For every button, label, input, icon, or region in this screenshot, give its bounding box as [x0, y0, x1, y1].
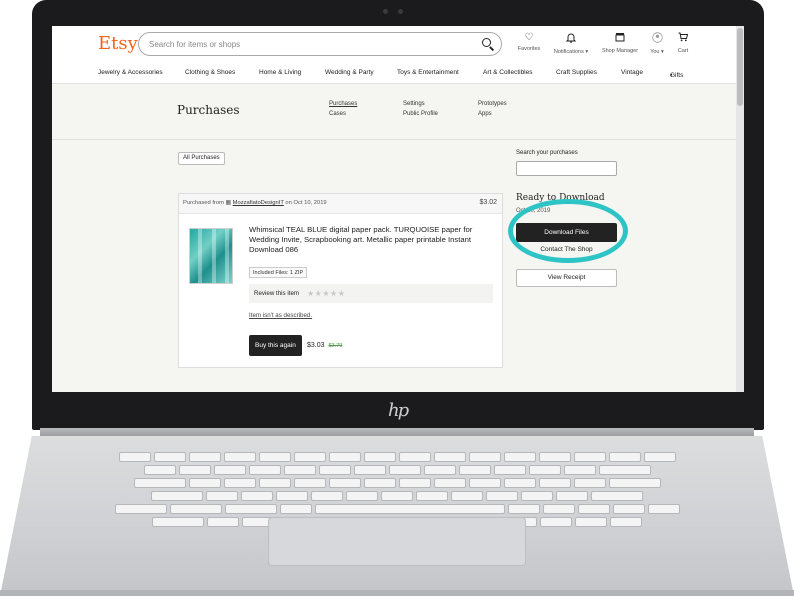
search-purchases-label: Search your purchases — [516, 150, 578, 156]
category-nav: Jewelry & Accessories Clothing & Shoes H… — [52, 66, 736, 82]
purchases-main: All Purchases Purchased from ▦ Mozzafiat… — [52, 140, 736, 392]
nav-wedding[interactable]: Wedding & Party — [325, 69, 374, 76]
webcam-lens — [398, 9, 403, 14]
purchases-subheader: Purchases Purchases Cases Settings Publi… — [52, 84, 736, 140]
keyboard-row — [50, 465, 744, 475]
user-icon — [648, 32, 666, 47]
search-input[interactable] — [149, 37, 469, 52]
page-scrollbar[interactable] — [736, 26, 744, 392]
keyboard-row — [50, 452, 744, 462]
touchpad — [268, 517, 526, 566]
favorites-label: Favorites — [517, 46, 541, 52]
subnav-public-profile[interactable]: Public Profile — [403, 111, 438, 117]
buy-again-button[interactable]: Buy this again — [249, 335, 302, 356]
shop-name-link[interactable]: MozzafiatoDesignIT — [233, 200, 284, 206]
search-purchases-input[interactable] — [521, 164, 611, 174]
shop-manager-button[interactable]: Shop Manager — [600, 32, 640, 54]
included-files-tag: Included Files: 1 ZIP — [249, 267, 308, 278]
purchased-from-label: Purchased from — [183, 200, 224, 206]
notifications-button[interactable]: Notifications ▾ — [550, 32, 592, 55]
account-label: You ▾ — [650, 49, 664, 55]
shop-mini-icon: ▦ — [225, 200, 232, 206]
laptop-hinge — [40, 428, 754, 436]
shop-icon — [600, 32, 640, 46]
nav-vintage[interactable]: Vintage — [621, 69, 643, 76]
subnav-purchases[interactable]: Purchases — [329, 101, 357, 107]
subnav-prototypes[interactable]: Prototypes — [478, 101, 507, 107]
nav-craft[interactable]: Craft Supplies — [556, 69, 597, 76]
laptop-photo: Etsy ♡ Favorites Notifications ▾ Shop Ma… — [0, 0, 794, 614]
keyboard-row — [50, 478, 744, 488]
star-rating-input[interactable]: ★★★★★ — [307, 289, 345, 298]
site-header: Etsy ♡ Favorites Notifications ▾ Shop Ma… — [52, 26, 736, 84]
order-card: Purchased from ▦ MozzafiatoDesignIT on O… — [178, 193, 503, 368]
order-header: Purchased from ▦ MozzafiatoDesignIT on O… — [179, 194, 502, 214]
scrollbar-thumb[interactable] — [737, 28, 743, 106]
nav-clothing[interactable]: Clothing & Shoes — [185, 69, 235, 76]
browser-screen: Etsy ♡ Favorites Notifications ▾ Shop Ma… — [52, 26, 744, 392]
review-box: Review this item ★★★★★ — [249, 284, 493, 303]
shop-manager-label: Shop Manager — [601, 48, 639, 54]
favorites-button[interactable]: ♡ Favorites — [515, 32, 543, 52]
cart-button[interactable]: Cart — [674, 32, 692, 54]
nav-toys[interactable]: Toys & Entertainment — [397, 69, 459, 76]
laptop-deck-edge — [0, 590, 794, 596]
view-receipt-button[interactable]: View Receipt — [516, 269, 617, 287]
item-title-link[interactable]: Whimsical TEAL BLUE digital paper pack. … — [249, 225, 493, 255]
nav-jewelry[interactable]: Jewelry & Accessories — [98, 69, 163, 76]
bell-icon — [550, 32, 592, 47]
search-bar — [138, 32, 502, 56]
subnav-cases[interactable]: Cases — [329, 111, 346, 117]
order-date: on Oct 10, 2019 — [285, 200, 327, 206]
keyboard-row — [50, 491, 744, 501]
subnav-apps[interactable]: Apps — [478, 111, 492, 117]
etsy-logo[interactable]: Etsy — [98, 33, 138, 54]
webcam-dot — [383, 9, 388, 14]
all-purchases-filter[interactable]: All Purchases — [178, 152, 225, 165]
notifications-label: Notifications ▾ — [553, 49, 589, 55]
subnav-settings[interactable]: Settings — [403, 101, 425, 107]
nav-art[interactable]: Art & Collectibles — [483, 69, 533, 76]
nav-gifts-label: Gifts — [670, 72, 684, 79]
highlight-circle-annotation — [508, 199, 628, 263]
cart-icon — [674, 32, 692, 46]
hp-logo: hp — [388, 400, 409, 421]
page-title: Purchases — [177, 103, 240, 117]
product-thumbnail[interactable] — [189, 228, 233, 284]
review-label: Review this item — [254, 290, 300, 297]
current-price: $3.03 — [307, 342, 325, 349]
heart-icon: ♡ — [524, 32, 534, 43]
keyboard-row — [50, 504, 744, 514]
search-purchases-box — [516, 161, 617, 176]
item-not-described-link[interactable]: Item isn't as described. — [249, 312, 312, 319]
price-display: $3.03 $3.79 — [307, 342, 342, 349]
order-total: $3.02 — [479, 199, 497, 206]
account-button[interactable]: You ▾ — [648, 32, 666, 55]
keyboard — [50, 452, 744, 527]
original-price: $3.79 — [328, 343, 343, 349]
purchased-from: Purchased from ▦ MozzafiatoDesignIT on O… — [183, 200, 327, 206]
search-icon[interactable] — [481, 37, 495, 51]
cart-label: Cart — [677, 48, 689, 54]
nav-home-living[interactable]: Home & Living — [259, 69, 301, 76]
